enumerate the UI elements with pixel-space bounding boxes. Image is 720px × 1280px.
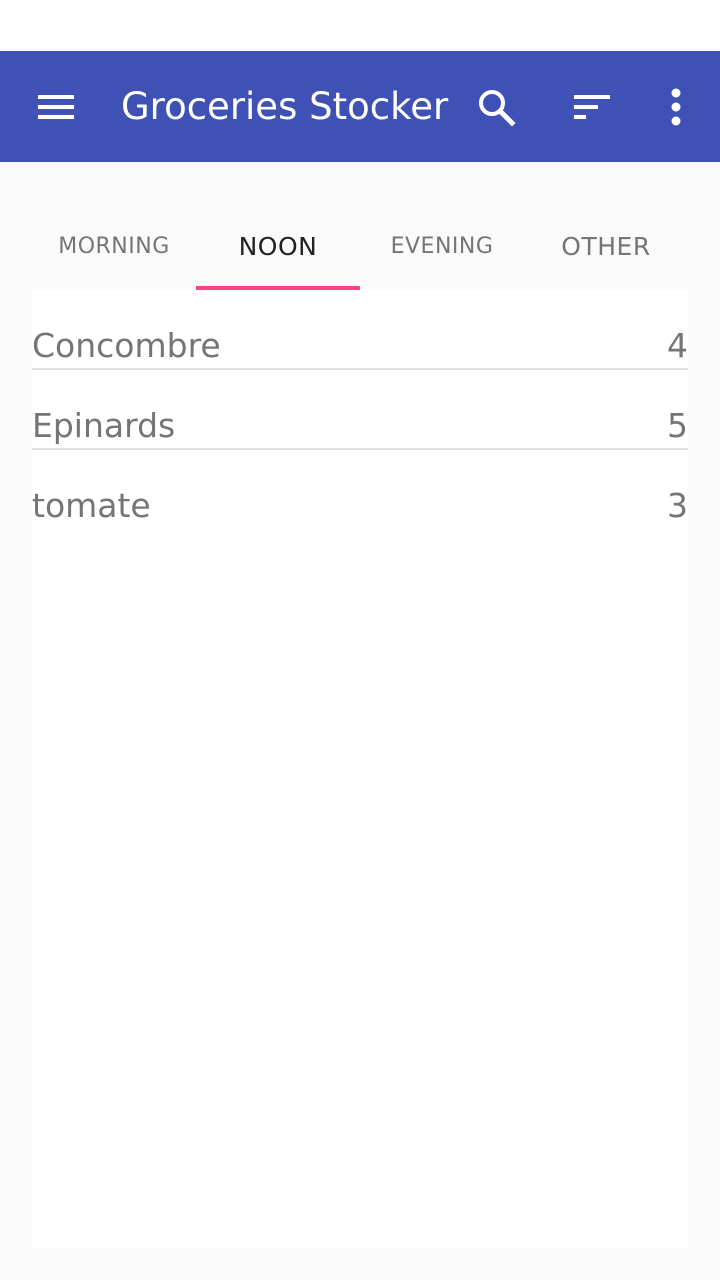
menu-icon <box>38 94 74 119</box>
tab-label: MORNING <box>58 233 170 259</box>
tab-noon[interactable]: NOON <box>196 202 360 290</box>
app-bar: Groceries Stocker <box>0 51 720 162</box>
more-options-button[interactable] <box>640 51 712 162</box>
list-item[interactable]: tomate 3 <box>32 450 688 530</box>
tab-label: NOON <box>238 231 318 261</box>
list-item[interactable]: Concombre 4 <box>32 290 688 370</box>
tab-evening[interactable]: EVENING <box>360 202 524 290</box>
tab-other[interactable]: OTHER <box>524 202 688 290</box>
app-title: Groceries Stocker <box>121 85 449 128</box>
item-quantity: 3 <box>667 486 688 525</box>
status-bar <box>0 0 720 51</box>
tab-label: OTHER <box>561 231 651 261</box>
item-quantity: 4 <box>667 326 688 365</box>
grocery-list: Concombre 4 Epinards 5 tomate 3 <box>32 290 688 1248</box>
search-icon <box>479 89 516 127</box>
tab-morning[interactable]: MORNING <box>32 202 196 290</box>
sort-icon <box>574 94 610 119</box>
content-area: MORNING NOON EVENING OTHER Concombre 4 E… <box>0 162 720 1280</box>
item-quantity: 5 <box>667 406 688 445</box>
sort-button[interactable] <box>556 51 628 162</box>
search-button[interactable] <box>460 51 532 162</box>
menu-button[interactable] <box>20 51 92 162</box>
more-vert-icon <box>671 88 681 125</box>
list-item[interactable]: Epinards 5 <box>32 370 688 450</box>
tab-bar: MORNING NOON EVENING OTHER <box>32 202 688 290</box>
item-name: tomate <box>32 486 151 525</box>
tab-label: EVENING <box>390 233 494 259</box>
item-name: Epinards <box>32 406 176 445</box>
item-name: Concombre <box>32 326 221 365</box>
